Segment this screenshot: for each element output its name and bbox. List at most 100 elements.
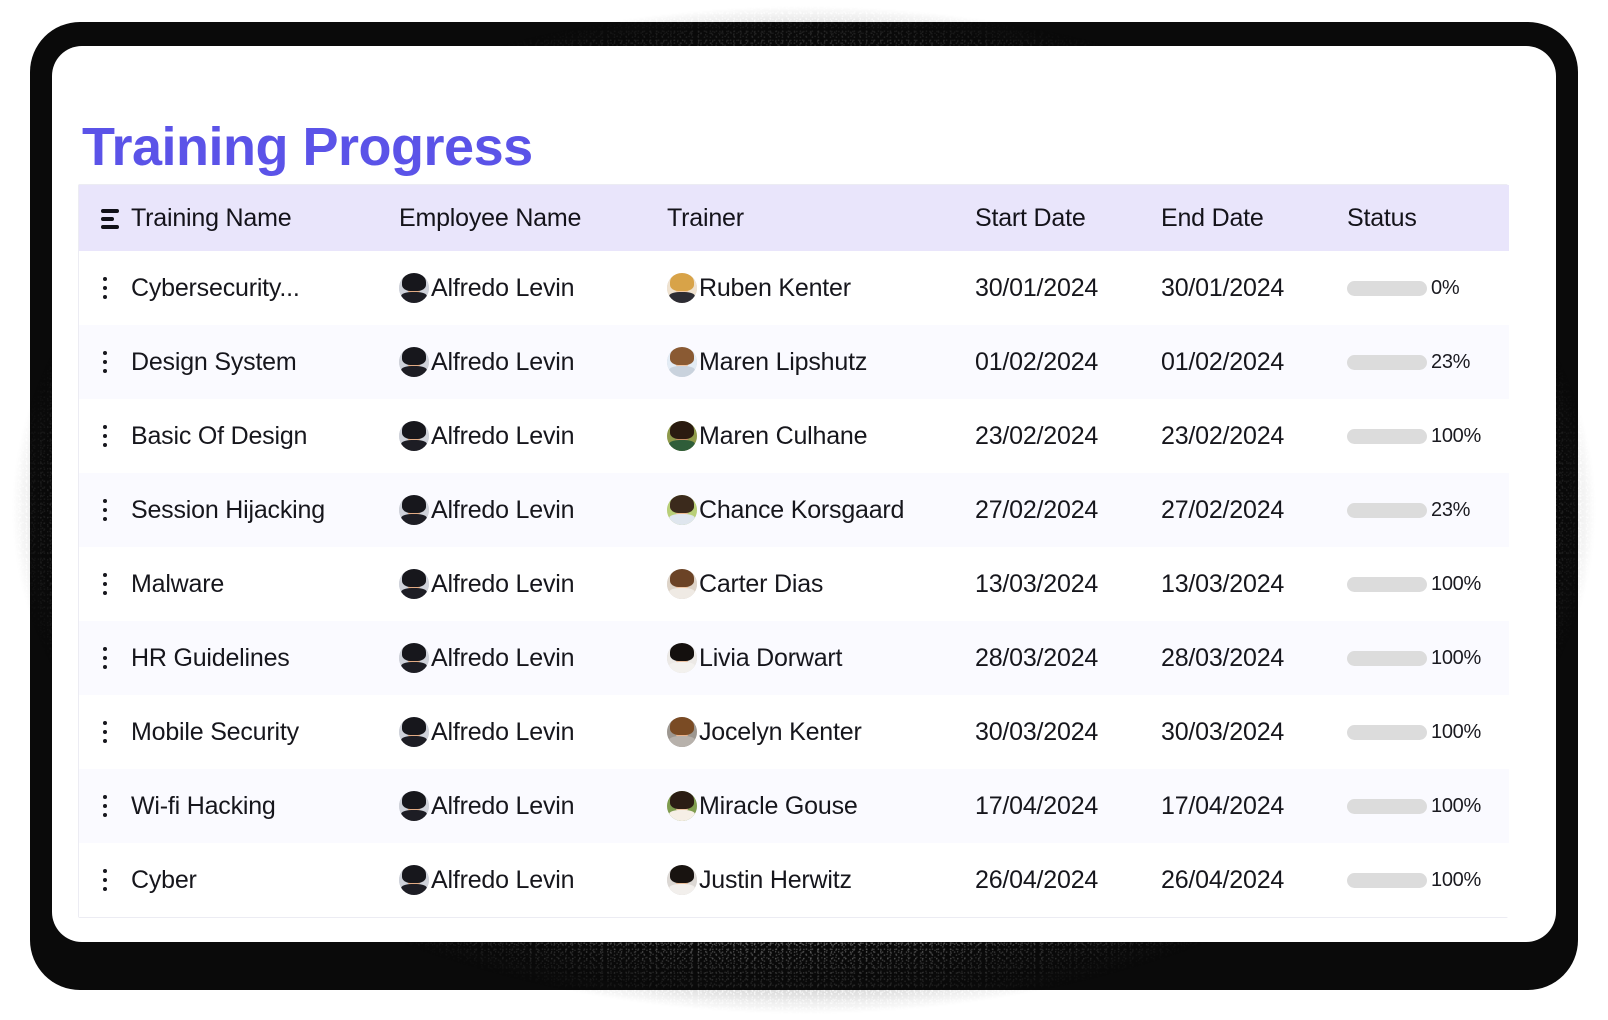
cell-end-date: 13/03/2024 bbox=[1161, 569, 1285, 598]
table-row[interactable]: Wi-fi Hacking Alfredo Levin Miracle Gouse 1… bbox=[79, 769, 1509, 843]
trainer-avatar bbox=[667, 273, 697, 303]
employee-avatar bbox=[399, 273, 429, 303]
trainer-person: Miracle Gouse bbox=[667, 791, 975, 821]
row-menu-button[interactable] bbox=[79, 325, 131, 399]
table-row[interactable]: Session Hijacking Alfredo Levin Chance Kor… bbox=[79, 473, 1509, 547]
employee-person: Alfredo Levin bbox=[399, 495, 667, 525]
trainer-avatar bbox=[667, 421, 697, 451]
cell-employee-name: Alfredo Levin bbox=[399, 695, 667, 769]
progress-percent-label: 0% bbox=[1431, 276, 1460, 299]
cell-end-date: 23/02/2024 bbox=[1161, 421, 1285, 450]
row-menu-button[interactable] bbox=[79, 621, 131, 695]
cell-end-date: 26/04/2024 bbox=[1161, 865, 1285, 894]
employee-person: Alfredo Levin bbox=[399, 421, 667, 451]
trainer-person: Carter Dias bbox=[667, 569, 975, 599]
column-header-end-date[interactable]: End Date bbox=[1161, 185, 1347, 251]
employee-avatar bbox=[399, 347, 429, 377]
table-row[interactable]: Mobile Security Alfredo Levin Jocelyn Kent… bbox=[79, 695, 1509, 769]
column-header-status[interactable]: Status bbox=[1347, 185, 1509, 251]
column-header-employee-name[interactable]: Employee Name bbox=[399, 185, 667, 251]
cell-trainer-name: Maren Lipshutz bbox=[667, 325, 975, 399]
cell-start-date: 23/02/2024 bbox=[975, 421, 1099, 450]
progress-percent-label: 100% bbox=[1431, 646, 1481, 669]
employee-person: Alfredo Levin bbox=[399, 791, 667, 821]
employee-person: Alfredo Levin bbox=[399, 347, 667, 377]
cell-status: 100% bbox=[1347, 695, 1509, 769]
progress-percent-label: 100% bbox=[1431, 424, 1481, 447]
employee-name-label: Alfredo Levin bbox=[431, 347, 575, 376]
cell-training-name: Mobile Security bbox=[131, 717, 299, 746]
trainer-name-label: Justin Herwitz bbox=[699, 865, 852, 894]
row-menu-button[interactable] bbox=[79, 473, 131, 547]
progress-track bbox=[1347, 724, 1427, 740]
column-header-training-name[interactable]: Training Name bbox=[131, 185, 399, 251]
table-body: Cybersecurity... Alfredo Levin Ruben Kente… bbox=[79, 251, 1509, 917]
table-row[interactable]: Design System Alfredo Levin Maren Lipshutz… bbox=[79, 325, 1509, 399]
employee-person: Alfredo Levin bbox=[399, 273, 667, 303]
kebab-menu-icon[interactable] bbox=[79, 621, 131, 695]
row-menu-button[interactable] bbox=[79, 251, 131, 325]
table-row[interactable]: HR Guidelines Alfredo Levin Livia Dorwart 2… bbox=[79, 621, 1509, 695]
cell-employee-name: Alfredo Levin bbox=[399, 473, 667, 547]
page-title: Training Progress bbox=[82, 117, 533, 177]
progress-track bbox=[1347, 576, 1427, 592]
cell-training-name: Basic Of Design bbox=[131, 421, 308, 450]
employee-name-label: Alfredo Levin bbox=[431, 643, 575, 672]
employee-name-label: Alfredo Levin bbox=[431, 865, 575, 894]
cell-end-date: 27/02/2024 bbox=[1161, 495, 1285, 524]
row-menu-button[interactable] bbox=[79, 399, 131, 473]
cell-training-name: Session Hijacking bbox=[131, 495, 325, 524]
progress-indicator: 0% bbox=[1347, 277, 1509, 300]
kebab-menu-icon[interactable] bbox=[79, 547, 131, 621]
table-row[interactable]: Cyber Alfredo Levin Justin Herwitz 26/04/20… bbox=[79, 843, 1509, 917]
trainer-avatar bbox=[667, 717, 697, 747]
trainer-person: Justin Herwitz bbox=[667, 865, 975, 895]
table-row[interactable]: Cybersecurity... Alfredo Levin Ruben Kente… bbox=[79, 251, 1509, 325]
trainer-name-label: Maren Culhane bbox=[699, 421, 868, 450]
table-row[interactable]: Malware Alfredo Levin Carter Dias 13/03/202… bbox=[79, 547, 1509, 621]
progress-percent-label: 100% bbox=[1431, 794, 1481, 817]
training-table-container: Training Name Employee Name Trainer Star… bbox=[78, 184, 1509, 918]
row-menu-button[interactable] bbox=[79, 843, 131, 917]
column-header-trainer[interactable]: Trainer bbox=[667, 185, 975, 251]
cell-trainer-name: Justin Herwitz bbox=[667, 843, 975, 917]
kebab-menu-icon[interactable] bbox=[79, 843, 131, 917]
trainer-avatar bbox=[667, 643, 697, 673]
row-menu-button[interactable] bbox=[79, 547, 131, 621]
trainer-name-label: Miracle Gouse bbox=[699, 791, 858, 820]
kebab-menu-icon[interactable] bbox=[79, 325, 131, 399]
trainer-avatar bbox=[667, 791, 697, 821]
progress-track bbox=[1347, 502, 1427, 518]
kebab-menu-icon[interactable] bbox=[79, 769, 131, 843]
cell-end-date: 30/01/2024 bbox=[1161, 273, 1285, 302]
cell-employee-name: Alfredo Levin bbox=[399, 769, 667, 843]
employee-name-label: Alfredo Levin bbox=[431, 273, 575, 302]
sort-options-button[interactable] bbox=[79, 185, 131, 251]
cell-training-name: Wi-fi Hacking bbox=[131, 791, 276, 820]
kebab-menu-icon[interactable] bbox=[79, 473, 131, 547]
row-menu-button[interactable] bbox=[79, 695, 131, 769]
employee-avatar bbox=[399, 569, 429, 599]
row-menu-button[interactable] bbox=[79, 769, 131, 843]
cell-start-date: 01/02/2024 bbox=[975, 347, 1099, 376]
trainer-person: Chance Korsgaard bbox=[667, 495, 975, 525]
table-row[interactable]: Basic Of Design Alfredo Levin Maren Culhan… bbox=[79, 399, 1509, 473]
kebab-menu-icon[interactable] bbox=[79, 695, 131, 769]
progress-indicator: 23% bbox=[1347, 499, 1509, 522]
cell-trainer-name: Ruben Kenter bbox=[667, 251, 975, 325]
kebab-menu-icon[interactable] bbox=[79, 251, 131, 325]
employee-person: Alfredo Levin bbox=[399, 865, 667, 895]
cell-status: 0% bbox=[1347, 251, 1509, 325]
progress-indicator: 100% bbox=[1347, 647, 1509, 670]
cell-status: 23% bbox=[1347, 473, 1509, 547]
cell-end-date: 30/03/2024 bbox=[1161, 717, 1285, 746]
employee-name-label: Alfredo Levin bbox=[431, 569, 575, 598]
employee-person: Alfredo Levin bbox=[399, 717, 667, 747]
column-header-start-date[interactable]: Start Date bbox=[975, 185, 1161, 251]
trainer-person: Ruben Kenter bbox=[667, 273, 975, 303]
progress-track bbox=[1347, 872, 1427, 888]
cell-employee-name: Alfredo Levin bbox=[399, 325, 667, 399]
cell-training-name: Malware bbox=[131, 569, 225, 598]
kebab-menu-icon[interactable] bbox=[79, 399, 131, 473]
progress-track bbox=[1347, 798, 1427, 814]
